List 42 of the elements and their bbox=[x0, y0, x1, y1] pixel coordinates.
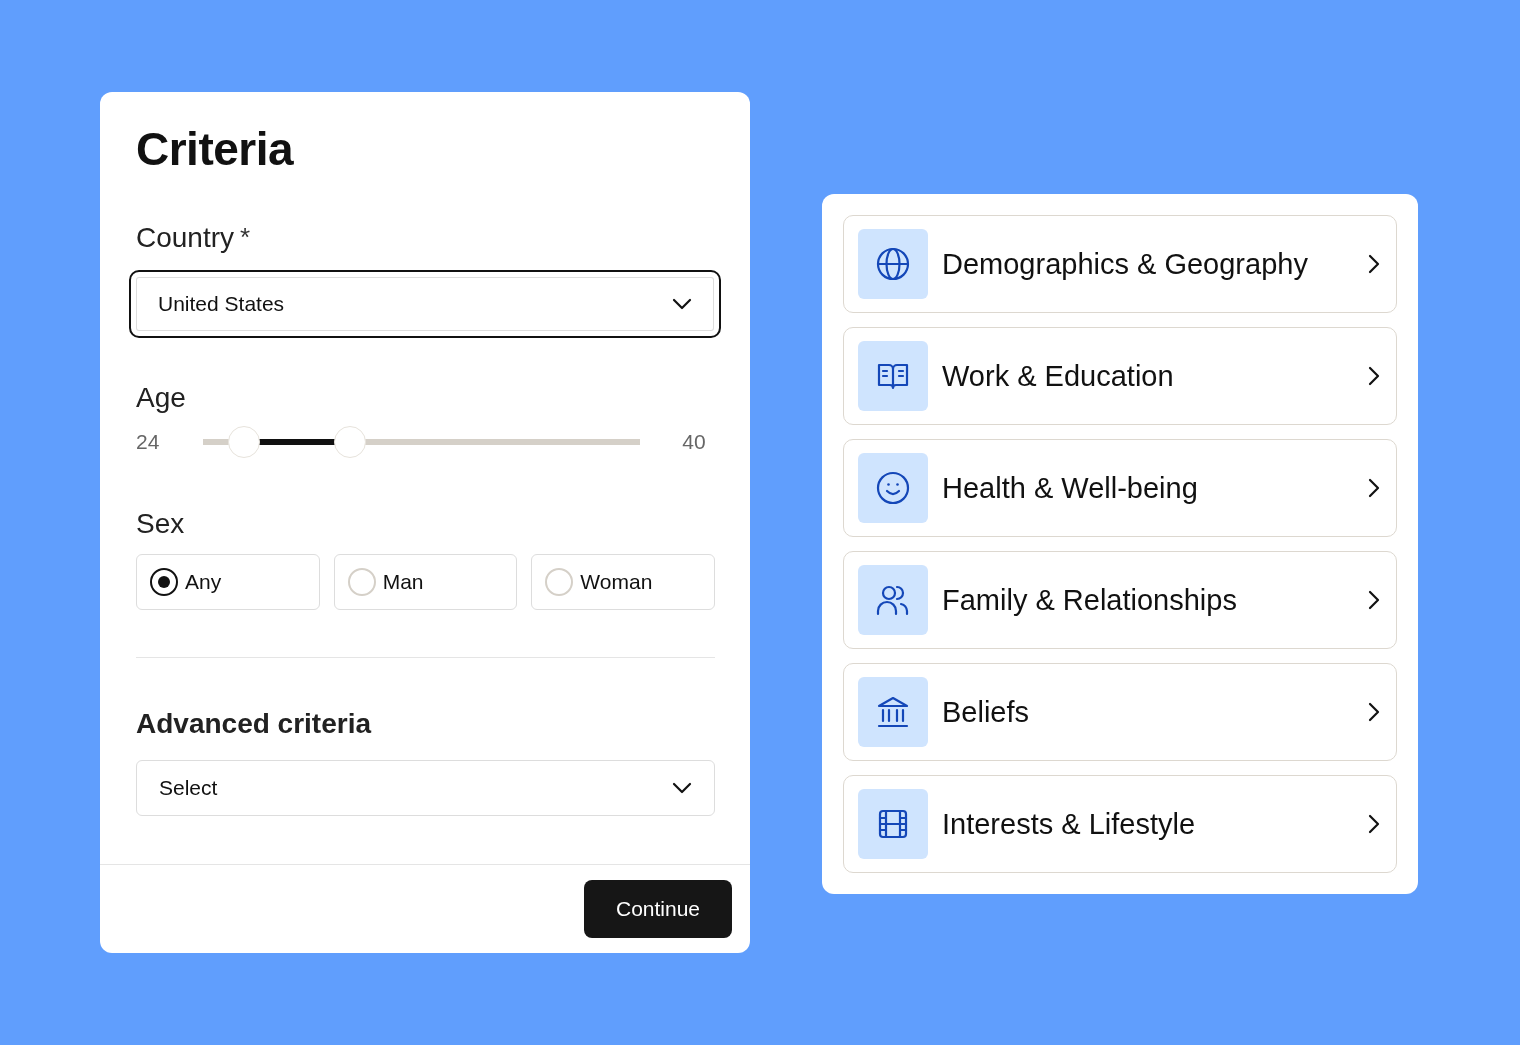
radio-option[interactable]: Man bbox=[333, 554, 518, 610]
radio-option[interactable]: Any bbox=[136, 554, 320, 610]
category-label: Health & Well-being bbox=[942, 471, 1199, 505]
continue-button[interactable]: Continue bbox=[584, 880, 732, 938]
category-label: Beliefs bbox=[942, 695, 1031, 729]
required-mark: * bbox=[240, 222, 251, 254]
category-item[interactable]: Work & Education bbox=[843, 327, 1397, 425]
chevron-right-icon bbox=[1368, 478, 1380, 498]
section-heading: Advanced criteria bbox=[136, 708, 373, 740]
building-icon bbox=[876, 695, 910, 729]
chevron-down-icon bbox=[672, 782, 692, 794]
category-label: Family & Relationships bbox=[942, 583, 1238, 617]
category-item[interactable]: Health & Well-being bbox=[843, 439, 1397, 537]
category-item[interactable]: Beliefs bbox=[843, 663, 1397, 761]
radio-option[interactable]: Woman bbox=[531, 554, 715, 610]
category-item[interactable]: Interests & Lifestyle bbox=[843, 775, 1397, 873]
chevron-down-icon bbox=[672, 298, 692, 310]
min-age-reading: 24 bbox=[136, 430, 160, 454]
chevron-right-icon bbox=[1368, 702, 1380, 722]
chevron-right-icon bbox=[1368, 814, 1380, 834]
chevron-right-icon bbox=[1368, 254, 1380, 274]
people-icon bbox=[876, 583, 910, 617]
globe-icon bbox=[876, 247, 910, 281]
chevron-right-icon bbox=[1368, 590, 1380, 610]
category-label: Work & Education bbox=[942, 359, 1175, 393]
max-age-reading: 40 bbox=[682, 430, 706, 454]
category-item[interactable]: Family & Relationships bbox=[843, 551, 1397, 649]
advanced-criteria-dropdown[interactable]: Select bbox=[136, 760, 715, 816]
field-label: Country bbox=[136, 222, 235, 254]
country-dropdown[interactable]: United States bbox=[129, 270, 721, 338]
card-title: Criteria bbox=[136, 122, 295, 176]
field-label: Sex bbox=[136, 508, 186, 540]
film-icon bbox=[876, 807, 910, 841]
slider-thumb[interactable] bbox=[228, 426, 261, 458]
chevron-right-icon bbox=[1368, 366, 1380, 386]
slider-thumb[interactable] bbox=[334, 426, 367, 458]
smile-icon bbox=[876, 471, 910, 505]
category-item[interactable]: Demographics & Geography bbox=[843, 215, 1397, 313]
radio-icon[interactable] bbox=[150, 568, 178, 596]
category-label: Demographics & Geography bbox=[942, 247, 1309, 281]
category-label: Interests & Lifestyle bbox=[942, 807, 1197, 841]
field-label: Age bbox=[136, 382, 187, 414]
